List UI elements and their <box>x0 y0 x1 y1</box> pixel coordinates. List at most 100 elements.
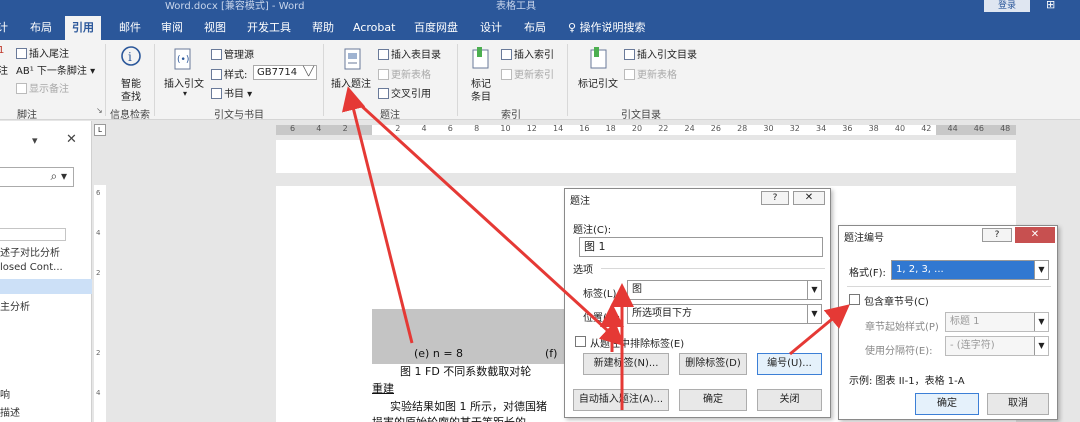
new-label-button[interactable]: 新建标签(N)... <box>583 353 669 375</box>
tab-selector[interactable]: L <box>94 124 106 136</box>
tab-developer[interactable]: 开发工具 <box>247 16 291 40</box>
next-footnote-button[interactable]: AB¹ 下一条脚注 ▾ <box>16 62 95 77</box>
chevron-down-icon[interactable]: ▼ <box>1034 261 1048 279</box>
login-button[interactable]: 登录 <box>984 0 1030 12</box>
insert-endnote-button[interactable]: 插入尾注 <box>16 45 69 60</box>
close-icon[interactable]: ✕ <box>1015 227 1055 243</box>
horizontal-ruler[interactable]: 6 4 2 2 4 6 8 10 12 14 16 18 20 22 24 26 28 30 32 34 36 38 40 4… <box>276 124 1016 135</box>
chevron-down-icon[interactable]: ▼ <box>1034 337 1048 355</box>
insert-citation-icon[interactable]: (•) <box>172 48 194 72</box>
help-button[interactable]: ? <box>982 228 1012 242</box>
nav-heading-item[interactable]: 响 <box>0 386 10 401</box>
smart-lookup-icon[interactable]: i <box>120 45 142 69</box>
tab-view[interactable]: 视图 <box>204 16 226 40</box>
pane-options-chevron-icon[interactable]: ▾ <box>32 134 38 147</box>
mark-citation-button[interactable]: 标记引文 <box>578 75 618 90</box>
tab-mailings[interactable]: 邮件 <box>119 16 141 40</box>
chevron-down-icon[interactable]: ▼ <box>807 305 821 323</box>
caption-text-input[interactable]: 图 1 <box>579 237 823 257</box>
format-select[interactable]: 1, 2, 3, ... ▼ <box>891 260 1049 280</box>
nav-heading-item-selected[interactable] <box>0 279 92 294</box>
include-chapter-checkbox[interactable] <box>849 294 860 305</box>
index-group-label: 索引 <box>501 110 521 121</box>
insert-caption-button[interactable]: 插入题注 <box>331 75 371 90</box>
nav-heading-item[interactable]: losed Cont... <box>0 262 63 273</box>
update-index-button[interactable]: 更新索引 <box>501 66 554 81</box>
insert-index-button[interactable]: 插入索引 <box>501 46 554 61</box>
smart-lookup-label-2: 查找 <box>121 92 141 103</box>
insert-citation-dropdown-icon[interactable]: ▾ <box>183 89 187 98</box>
tab-references[interactable]: 引用 <box>65 16 101 40</box>
group-separator <box>154 44 155 116</box>
help-button[interactable]: ? <box>761 191 789 205</box>
navigation-filter-box[interactable] <box>0 228 66 241</box>
tab-table-design[interactable]: 设计 <box>480 16 502 40</box>
close-icon[interactable]: ✕ <box>793 191 825 205</box>
nav-heading-item[interactable]: 描述 <box>0 404 20 419</box>
vertical-ruler[interactable]: 6 4 2 2 4 <box>94 185 106 422</box>
ok-button[interactable]: 确定 <box>915 393 979 415</box>
tab-acrobat[interactable]: Acrobat <box>353 16 395 40</box>
search-icon[interactable]: ⌕ ▾ <box>50 169 67 184</box>
figure-table-cell[interactable] <box>372 309 568 364</box>
ruler-tick: 12 <box>526 124 537 133</box>
figure-caption-line2[interactable]: 重建 <box>372 380 394 396</box>
footnote-dialog-launcher-icon[interactable]: ↘ <box>96 106 103 115</box>
nav-heading-item[interactable]: 主分析 <box>0 298 30 313</box>
share-icon[interactable]: ⊞ <box>1046 0 1055 11</box>
update-index-icon <box>501 69 512 80</box>
label-select[interactable]: 图 ▼ <box>627 280 822 300</box>
auto-caption-button[interactable]: 自动插入题注(A)... <box>573 389 669 411</box>
exclude-label-checkbox[interactable] <box>575 336 586 347</box>
chapter-style-select[interactable]: 标题 1 ▼ <box>945 312 1049 332</box>
chevron-down-icon: ╲╱ <box>303 67 314 77</box>
close-icon[interactable]: ✕ <box>66 132 77 147</box>
document-page-top[interactable] <box>276 140 1016 173</box>
update-table-button[interactable]: 更新表格 <box>378 66 431 81</box>
separator-label: 使用分隔符(E): <box>865 346 933 357</box>
manage-sources-button[interactable]: 管理源 <box>211 46 254 61</box>
tab-table-layout[interactable]: 布局 <box>524 16 546 40</box>
body-paragraph[interactable]: 实验结果如图 1 所示，对德国猪 <box>390 398 547 414</box>
tab-layout[interactable]: 布局 <box>30 16 52 40</box>
bibliography-label: 书目 <box>224 89 244 100</box>
tab-baidu-netdisk[interactable]: 百度网盘 <box>414 16 458 40</box>
insert-table-of-figures-button[interactable]: 插入表目录 <box>378 46 441 61</box>
tab-design-partial[interactable]: 计 <box>0 16 8 40</box>
tab-review[interactable]: 审阅 <box>161 16 183 40</box>
numbering-button[interactable]: 编号(U)... <box>757 353 822 375</box>
navigation-pane: ▾ ✕ ⌕ ▾ 述子对比分析 losed Cont... 主分析 响 描述 <box>0 121 92 422</box>
tab-help[interactable]: 帮助 <box>312 16 334 40</box>
close-button[interactable]: 关闭 <box>757 389 822 411</box>
manage-sources-icon <box>211 49 222 60</box>
insert-caption-icon[interactable] <box>342 48 364 72</box>
ok-button[interactable]: 确定 <box>679 389 747 411</box>
delete-label-button[interactable]: 删除标签(D) <box>679 353 747 375</box>
insert-citation-button[interactable]: 插入引文 <box>164 75 204 90</box>
mark-citation-icon[interactable] <box>588 47 610 71</box>
table-tools-label: 表格工具 <box>496 1 536 12</box>
navigation-search-input[interactable]: ⌕ ▾ <box>0 167 74 187</box>
captions-group-label: 题注 <box>380 110 400 121</box>
cancel-button[interactable]: 取消 <box>987 393 1049 415</box>
chevron-down-icon[interactable]: ▼ <box>1034 313 1048 331</box>
tell-me-search[interactable]: ♀ 操作说明搜索 <box>568 16 646 40</box>
cross-reference-button[interactable]: 交叉引用 <box>378 85 431 100</box>
chevron-down-icon[interactable]: ▼ <box>807 281 821 299</box>
insert-index-icon <box>501 49 512 60</box>
position-select[interactable]: 所选项目下方 ▼ <box>627 304 822 324</box>
update-toa-icon <box>624 69 635 80</box>
figure-caption[interactable]: 图 1 FD 不同系数截取对轮 <box>400 363 531 379</box>
insert-toa-button[interactable]: 插入引文目录 <box>624 46 697 61</box>
citation-style-select[interactable]: GB7714 ╲╱ <box>253 65 317 80</box>
ruler-tick: 4 <box>316 124 322 133</box>
ruler-tick: 30 <box>763 124 774 133</box>
update-toa-button[interactable]: 更新表格 <box>624 66 677 81</box>
bibliography-button[interactable]: 书目 ▾ <box>211 85 252 100</box>
show-notes-button[interactable]: 显示备注 <box>16 80 69 95</box>
insert-footnote-partial[interactable]: 1 <box>0 45 4 56</box>
nav-heading-item[interactable]: 述子对比分析 <box>0 244 60 259</box>
mark-entry-icon[interactable] <box>470 47 492 71</box>
body-paragraph-line2[interactable]: 损害的原始轮廓的某于等距长的 <box>372 414 526 422</box>
separator-select[interactable]: - (连字符) ▼ <box>945 336 1049 356</box>
